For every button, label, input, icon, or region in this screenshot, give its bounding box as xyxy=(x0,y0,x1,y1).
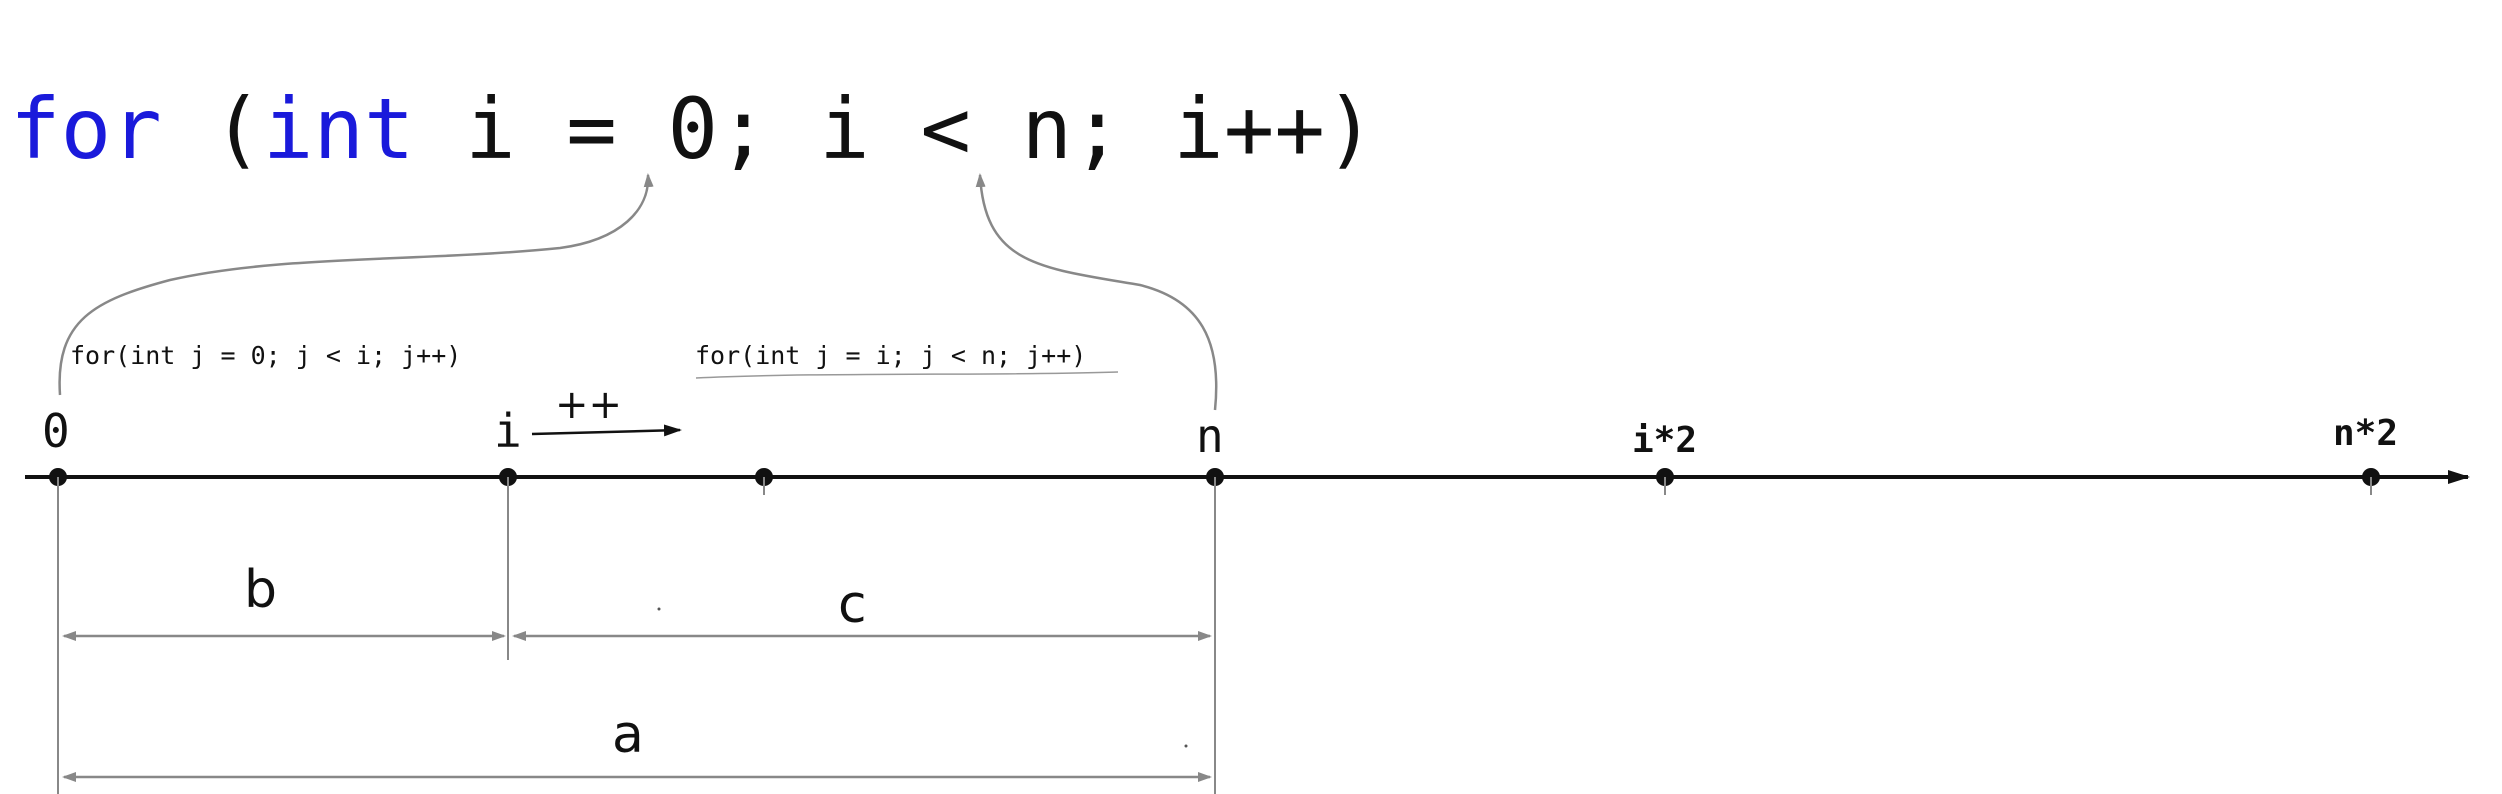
right-inner-loop-underline xyxy=(695,371,1119,379)
point-label-i-times-2: i*2 xyxy=(1632,420,1697,461)
for-keyword: for xyxy=(10,80,162,178)
increment-arrow xyxy=(531,424,682,437)
point-label-zero: 0 xyxy=(42,404,70,458)
segment-label-c: c xyxy=(838,575,867,635)
n-reference-arrow xyxy=(975,173,1218,411)
open-paren: ( xyxy=(212,80,263,178)
left-inner-loop-code: for(int j = 0; j < i; j++) xyxy=(70,341,461,370)
segment-label-b: b xyxy=(244,560,277,620)
stray-dot-2 xyxy=(1184,744,1188,748)
point-label-i: i xyxy=(494,404,522,458)
segment-label-a: a xyxy=(612,705,644,765)
int-keyword: int xyxy=(263,80,415,178)
increment-label: ++ xyxy=(555,382,622,428)
right-inner-loop-code: for(int j = i; j < n; j++) xyxy=(695,341,1086,370)
point-label-n: n xyxy=(1196,409,1224,463)
loop-header-rest: i = 0; i < n; i++) xyxy=(415,80,1376,178)
stray-dot-1 xyxy=(657,607,661,611)
outer-loop-code: for (int i = 0; i < n; i++) xyxy=(10,80,1375,178)
loop-diagram: for (int i = 0; i < n; i++) for(int j = … xyxy=(10,80,2470,794)
point-label-n-times-2: n*2 xyxy=(2333,413,2398,454)
